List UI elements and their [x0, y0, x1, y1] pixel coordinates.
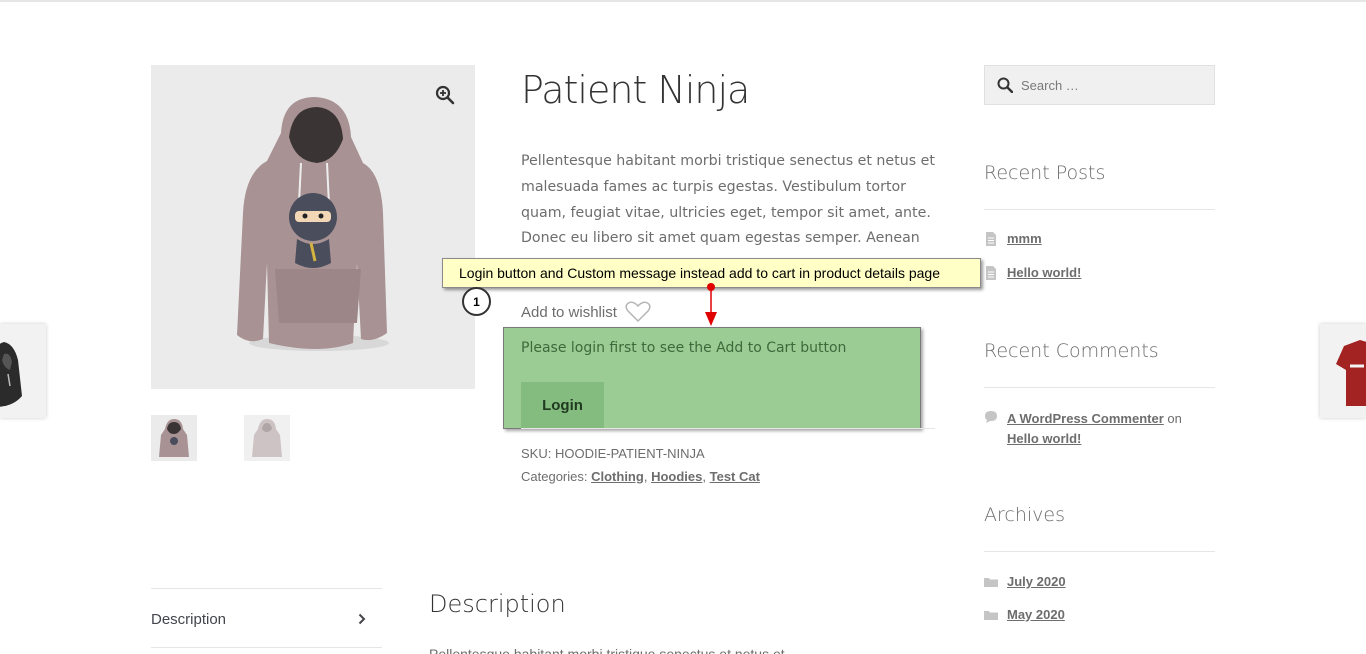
tab-description-label: Description	[151, 610, 227, 628]
recent-post-item: Hello world!	[984, 265, 1215, 280]
step-number-badge: 1	[462, 287, 491, 316]
categories-label: Categories:	[521, 469, 588, 484]
next-product-thumbnail	[1336, 340, 1366, 406]
description-text: Pellentesque habitant morbi tristique se…	[429, 646, 785, 654]
sku-label: SKU:	[521, 446, 552, 461]
hoodie-illustration	[237, 97, 389, 351]
magnifier-plus-icon[interactable]	[435, 85, 455, 105]
header-border	[0, 0, 1366, 2]
archives-title: Archives	[984, 504, 1065, 526]
widget-divider	[984, 387, 1215, 388]
recent-comment-text: A WordPress Commenter on Hello world!	[1007, 409, 1215, 449]
category-link-test-cat[interactable]: Test Cat	[710, 469, 760, 484]
product-main-image[interactable]	[151, 65, 475, 389]
gallery-thumbnail-2[interactable]	[244, 415, 290, 461]
previous-product-thumbnail	[0, 342, 22, 407]
recent-post-item: mmm	[984, 231, 1215, 246]
product-short-description: Pellentesque habitant morbi tristique se…	[521, 153, 935, 247]
login-button[interactable]: Login	[521, 382, 604, 428]
folder-icon	[984, 611, 998, 620]
widget-divider	[984, 209, 1215, 210]
wishlist-label: Add to wishlist	[521, 303, 617, 321]
description-heading: Description	[429, 590, 566, 618]
comment-connector: on	[1167, 411, 1182, 426]
product-categories: Categories: Clothing, Hoodies, Test Cat	[521, 469, 760, 484]
next-product-link[interactable]	[1320, 324, 1366, 418]
document-icon	[986, 232, 996, 246]
archive-item: May 2020	[984, 607, 1215, 622]
tabs-divider	[151, 647, 382, 648]
comment-post-link[interactable]: Hello world!	[1007, 431, 1081, 446]
archive-link[interactable]: May 2020	[1007, 607, 1065, 622]
recent-post-link[interactable]: mmm	[1007, 231, 1042, 246]
login-required-message: Please login first to see the Add to Car…	[521, 340, 847, 356]
product-meta-divider	[521, 428, 935, 429]
chevron-right-icon	[358, 613, 366, 625]
recent-posts-title: Recent Posts	[984, 162, 1106, 184]
sku-value: HOODIE-PATIENT-NINJA	[554, 446, 705, 461]
search-icon	[997, 77, 1013, 93]
category-separator: ,	[702, 469, 706, 484]
recent-comment-item: A WordPress Commenter on Hello world!	[984, 409, 1215, 449]
category-link-clothing[interactable]: Clothing	[591, 469, 644, 484]
archive-item: July 2020	[984, 574, 1215, 589]
recent-comments-title: Recent Comments	[984, 340, 1159, 362]
recent-post-link[interactable]: Hello world!	[1007, 265, 1081, 280]
tab-description[interactable]: Description	[151, 600, 382, 638]
category-link-hoodies[interactable]: Hoodies	[651, 469, 702, 484]
login-required-panel: Please login first to see the Add to Car…	[503, 327, 921, 429]
product-title: Patient Ninja	[521, 68, 750, 112]
heart-icon	[625, 301, 651, 323]
previous-product-link[interactable]	[0, 324, 46, 418]
category-separator: ,	[643, 469, 648, 484]
gallery-thumbnail-1[interactable]	[151, 415, 197, 461]
speech-bubble-icon	[985, 411, 997, 423]
tabs-divider	[151, 588, 382, 589]
widget-divider	[984, 551, 1215, 552]
product-sku: SKU: HOODIE-PATIENT-NINJA	[521, 446, 705, 461]
search-input[interactable]	[1021, 77, 1201, 93]
document-icon	[986, 266, 996, 280]
comment-author-link[interactable]: A WordPress Commenter	[1007, 411, 1164, 426]
sidebar-search[interactable]	[984, 65, 1215, 105]
annotation-arrow	[705, 283, 717, 326]
archive-link[interactable]: July 2020	[1007, 574, 1066, 589]
add-to-wishlist-link[interactable]: Add to wishlist	[521, 301, 651, 323]
folder-icon	[984, 578, 998, 587]
